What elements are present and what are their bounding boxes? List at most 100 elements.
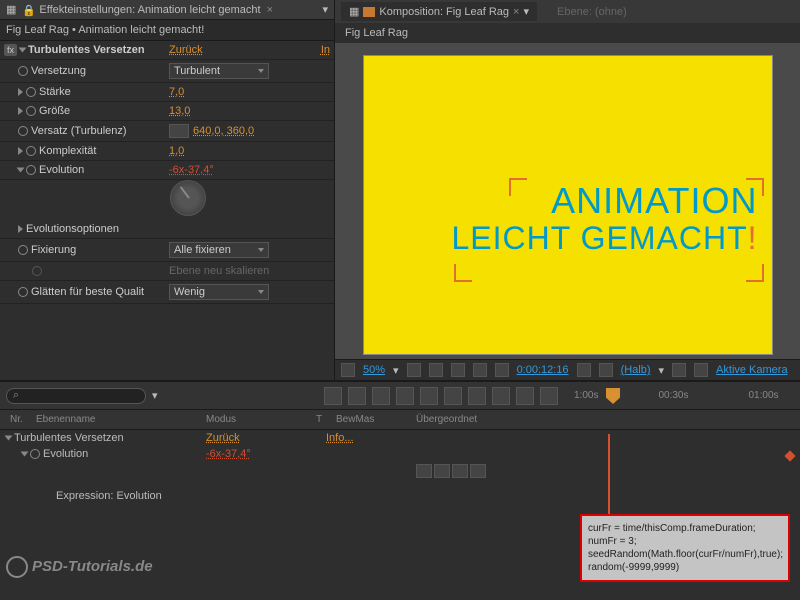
evolution-value[interactable]: -6x-37,4°	[169, 164, 214, 176]
resolution[interactable]: (Halb)	[621, 364, 651, 376]
info-link[interactable]: Info...	[326, 432, 354, 444]
expand-icon[interactable]	[18, 107, 23, 115]
modus-link[interactable]: Zurück	[206, 432, 326, 444]
close-icon[interactable]: ×	[267, 4, 273, 16]
stopwatch-icon[interactable]	[26, 146, 36, 156]
evolution-value[interactable]: -6x-37,4°	[206, 448, 251, 460]
zoom-level[interactable]: 50%	[363, 364, 385, 376]
effect-header[interactable]: fx Turbulentes Versetzen Zurück In	[0, 41, 334, 60]
dropdown-icon[interactable]: ▾	[523, 5, 529, 18]
comp-subtab[interactable]: Fig Leaf Rag	[335, 23, 800, 43]
stopwatch-icon[interactable]	[26, 165, 36, 175]
stopwatch-icon[interactable]	[30, 449, 40, 459]
tab-layer[interactable]: Ebene: (ohne)	[549, 2, 635, 21]
tool-icon[interactable]	[348, 387, 366, 405]
tool-icon[interactable]	[492, 387, 510, 405]
expr-btn[interactable]	[452, 464, 468, 478]
canvas: ANIMATION LEICHT GEMACHT!	[363, 55, 773, 355]
camera-select[interactable]: Aktive Kamera	[716, 364, 788, 376]
view-icon[interactable]	[672, 363, 686, 377]
effect-controls-panel: ▦ 🔒 Effekteinstellungen: Animation leich…	[0, 0, 335, 380]
time-ruler[interactable]: 1:00s 00:30s 01:00s	[564, 386, 794, 405]
view-icon[interactable]	[694, 363, 708, 377]
info-link[interactable]: In	[321, 44, 330, 56]
prop-evopts[interactable]: Evolutionsoptionen	[0, 220, 334, 239]
time-marker[interactable]	[606, 388, 620, 404]
prop-fixierung: Fixierung Alle fixieren	[0, 239, 334, 262]
panel-menu-icon[interactable]: ▦	[349, 5, 359, 18]
stopwatch-icon[interactable]	[18, 126, 28, 136]
stopwatch-icon[interactable]	[26, 106, 36, 116]
timeline-row[interactable]: Turbulentes Versetzen Zurück Info...	[0, 430, 800, 446]
expr-btn[interactable]	[416, 464, 432, 478]
search-input[interactable]	[6, 388, 146, 404]
keyframe-icon[interactable]	[784, 450, 795, 461]
timeline-panel: ▾ 1:00s 00:30s 01:00s Nr. E	[0, 380, 800, 600]
expr-btn[interactable]	[470, 464, 486, 478]
expr-line: numFr = 3;	[588, 535, 782, 548]
groesse-value[interactable]: 13,0	[169, 105, 190, 117]
tool-icon[interactable]	[420, 387, 438, 405]
grid-icon[interactable]	[341, 363, 355, 377]
close-icon[interactable]: ×	[513, 6, 519, 18]
subtab-label: Fig Leaf Rag	[345, 27, 408, 39]
tool-icon[interactable]	[468, 387, 486, 405]
timeline-toolbar: ▾ 1:00s 00:30s 01:00s	[0, 382, 800, 410]
view-icon[interactable]	[429, 363, 443, 377]
dropdown-icon[interactable]: ▾	[152, 389, 158, 402]
view-icon[interactable]	[495, 363, 509, 377]
col-nr: Nr.	[6, 412, 32, 427]
expand-icon[interactable]	[17, 168, 25, 173]
tab-composition[interactable]: ▦ Komposition: Fig Leaf Rag × ▾	[341, 2, 537, 21]
tool-icon[interactable]	[372, 387, 390, 405]
glaetten-dropdown[interactable]: Wenig	[169, 284, 269, 300]
snapshot-icon[interactable]	[599, 363, 613, 377]
fixierung-dropdown[interactable]: Alle fixieren	[169, 242, 269, 258]
time-label: 00:30s	[658, 390, 688, 401]
versatz-value[interactable]: 640,0, 360,0	[193, 125, 254, 137]
tool-icon[interactable]	[396, 387, 414, 405]
reset-link[interactable]: Zurück	[169, 44, 203, 56]
prop-komplex: Komplexität 1,0	[0, 142, 334, 161]
camera-icon[interactable]	[577, 363, 591, 377]
komplex-value[interactable]: 1,0	[169, 145, 184, 157]
view-icon[interactable]	[407, 363, 421, 377]
stopwatch-icon[interactable]	[18, 66, 28, 76]
tool-icon[interactable]	[324, 387, 342, 405]
expr-btn[interactable]	[434, 464, 450, 478]
panel-dropdown-icon[interactable]: ▾	[322, 3, 328, 16]
expression-editor[interactable]: curFr = time/thisComp.frameDuration; num…	[580, 514, 790, 582]
staerke-value[interactable]: 7,0	[169, 86, 184, 98]
dropdown-icon[interactable]: ▾	[659, 364, 665, 377]
expand-icon[interactable]	[5, 436, 13, 441]
watermark: PSD-Tutorials.de	[6, 556, 153, 578]
expand-icon[interactable]	[18, 225, 23, 233]
viewport[interactable]: ANIMATION LEICHT GEMACHT!	[335, 43, 800, 359]
view-icon[interactable]	[451, 363, 465, 377]
view-icon[interactable]	[473, 363, 487, 377]
expand-icon[interactable]	[18, 88, 23, 96]
expand-icon[interactable]	[19, 48, 27, 53]
prop-versetzung: Versetzung Turbulent	[0, 60, 334, 83]
expand-icon[interactable]	[21, 452, 29, 457]
tool-icon[interactable]	[516, 387, 534, 405]
stopwatch-icon[interactable]	[18, 287, 28, 297]
dropdown-icon[interactable]: ▾	[393, 364, 399, 377]
lock-icon[interactable]: 🔒	[22, 4, 33, 15]
panel-menu-icon[interactable]: ▦	[6, 3, 16, 16]
stopwatch-icon[interactable]	[18, 245, 28, 255]
expand-icon[interactable]	[18, 147, 23, 155]
timecode[interactable]: 0:00:12:16	[517, 364, 569, 376]
expression-label: Expression: Evolution	[6, 490, 162, 502]
stopwatch-icon[interactable]	[26, 87, 36, 97]
col-t: T	[312, 412, 332, 427]
col-modus: Modus	[202, 412, 312, 427]
timeline-row[interactable]: Evolution -6x-37,4°	[0, 446, 800, 462]
versetzung-dropdown[interactable]: Turbulent	[169, 63, 269, 79]
tool-icon[interactable]	[540, 387, 558, 405]
evolution-dial[interactable]	[170, 180, 206, 216]
expr-line: seedRandom(Math.floor(curFr/numFr),true)…	[588, 548, 782, 561]
crosshair-icon[interactable]	[169, 124, 189, 138]
tool-icon[interactable]	[444, 387, 462, 405]
breadcrumb: Fig Leaf Rag • Animation leicht gemacht!	[0, 20, 334, 41]
